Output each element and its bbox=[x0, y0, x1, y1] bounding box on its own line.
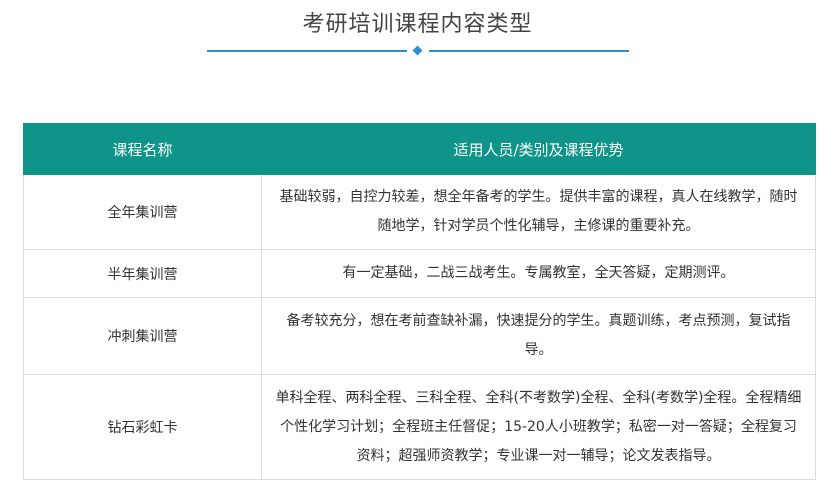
divider-line-right bbox=[429, 50, 629, 52]
table-row: 半年集训营 有一定基础，二战三战考生。专属教室，全天答疑，定期测评。 bbox=[23, 249, 816, 298]
course-name-cell: 钻石彩虹卡 bbox=[23, 374, 262, 480]
column-header-suitable-and-advantages: 适用人员/类别及课程优势 bbox=[261, 123, 816, 175]
table-row: 冲刺集训营 备考较充分，想在考前查缺补漏，快速提分的学生。真题训练，考点预测，复… bbox=[23, 297, 816, 375]
column-header-course-name: 课程名称 bbox=[23, 123, 262, 175]
page-title: 考研培训课程内容类型 bbox=[302, 12, 533, 37]
course-table: 课程名称 适用人员/类别及课程优势 全年集训营 基础较弱，自控力较差，想全年备考… bbox=[23, 123, 816, 480]
course-name-cell: 全年集训营 bbox=[23, 174, 262, 250]
course-description-cell: 备考较充分，想在考前查缺补漏，快速提分的学生。真题训练，考点预测，复试指导。 bbox=[261, 297, 816, 375]
divider-line-left bbox=[207, 50, 407, 52]
course-description-cell: 基础较弱，自控力较差，想全年备考的学生。提供丰富的课程，真人在线教学，随时随地学… bbox=[261, 174, 816, 250]
table-row: 钻石彩虹卡 单科全程、两科全程、三科全程、全科(不考数学)全程、全科(考数学)全… bbox=[23, 374, 816, 480]
course-name-cell: 冲刺集训营 bbox=[23, 297, 262, 375]
course-name-cell: 半年集训营 bbox=[23, 249, 262, 298]
course-description-cell: 单科全程、两科全程、三科全程、全科(不考数学)全程、全科(考数学)全程。全程精细… bbox=[261, 374, 816, 480]
table-header-row: 课程名称 适用人员/类别及课程优势 bbox=[23, 123, 816, 175]
diamond-icon bbox=[412, 45, 423, 56]
title-divider bbox=[207, 45, 629, 56]
course-description-cell: 有一定基础，二战三战考生。专属教室，全天答疑，定期测评。 bbox=[261, 249, 816, 298]
table-row: 全年集训营 基础较弱，自控力较差，想全年备考的学生。提供丰富的课程，真人在线教学… bbox=[23, 174, 816, 250]
